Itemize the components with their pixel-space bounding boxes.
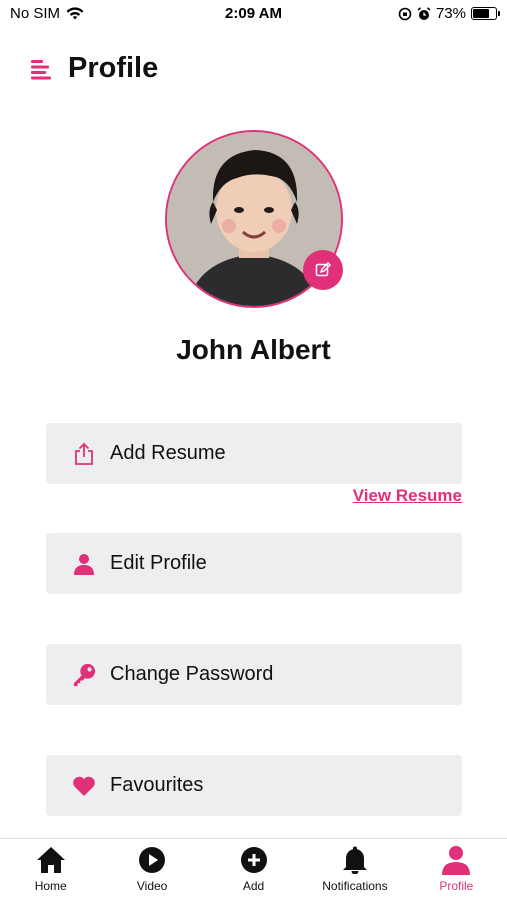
battery-icon	[471, 7, 500, 20]
nav-profile[interactable]: Profile	[406, 839, 507, 900]
nav-video[interactable]: Video	[101, 839, 202, 900]
favourites-label: Favourites	[110, 774, 204, 796]
home-icon	[36, 845, 66, 875]
play-icon	[138, 845, 166, 875]
add-icon	[240, 845, 268, 875]
orientation-lock-icon	[398, 7, 412, 20]
edit-profile-button[interactable]: Edit Profile	[46, 533, 462, 594]
nav-profile-label: Profile	[439, 879, 474, 893]
favourites-button[interactable]: Favourites	[46, 755, 462, 816]
status-bar: No SIM 2:09 AM 73%	[0, 0, 507, 30]
nav-notifications[interactable]: Notifications	[304, 839, 405, 900]
nav-video-label: Video	[136, 879, 168, 893]
menu-icon[interactable]	[30, 58, 52, 80]
person-icon	[440, 845, 472, 875]
bell-icon	[342, 845, 368, 875]
edit-icon	[315, 262, 331, 277]
status-right: 73%	[398, 5, 500, 22]
share-upload-icon	[72, 442, 96, 466]
key-icon	[72, 663, 96, 687]
edit-profile-label: Edit Profile	[110, 552, 207, 574]
header: Profile	[30, 52, 158, 85]
view-resume-link[interactable]: View Resume	[353, 486, 462, 506]
alarm-icon	[417, 6, 431, 20]
nav-home[interactable]: Home	[0, 839, 101, 900]
person-icon	[72, 552, 96, 576]
nav-add[interactable]: Add	[203, 839, 304, 900]
bottom-nav: Home Video Add Notifications Profile	[0, 838, 507, 900]
nav-home-label: Home	[34, 879, 67, 893]
battery-percent: 73%	[435, 5, 466, 22]
page-title: Profile	[68, 52, 159, 84]
change-password-label: Change Password	[110, 663, 274, 685]
nav-notifications-label: Notifications	[322, 879, 388, 893]
user-name: John Albert	[176, 334, 331, 365]
nav-add-label: Add	[242, 879, 265, 893]
add-resume-button[interactable]: Add Resume	[46, 423, 462, 484]
heart-icon	[72, 774, 96, 798]
avatar-container	[165, 130, 343, 308]
change-password-button[interactable]: Change Password	[46, 644, 462, 705]
add-resume-label: Add Resume	[110, 442, 226, 464]
edit-avatar-button[interactable]	[303, 250, 343, 290]
